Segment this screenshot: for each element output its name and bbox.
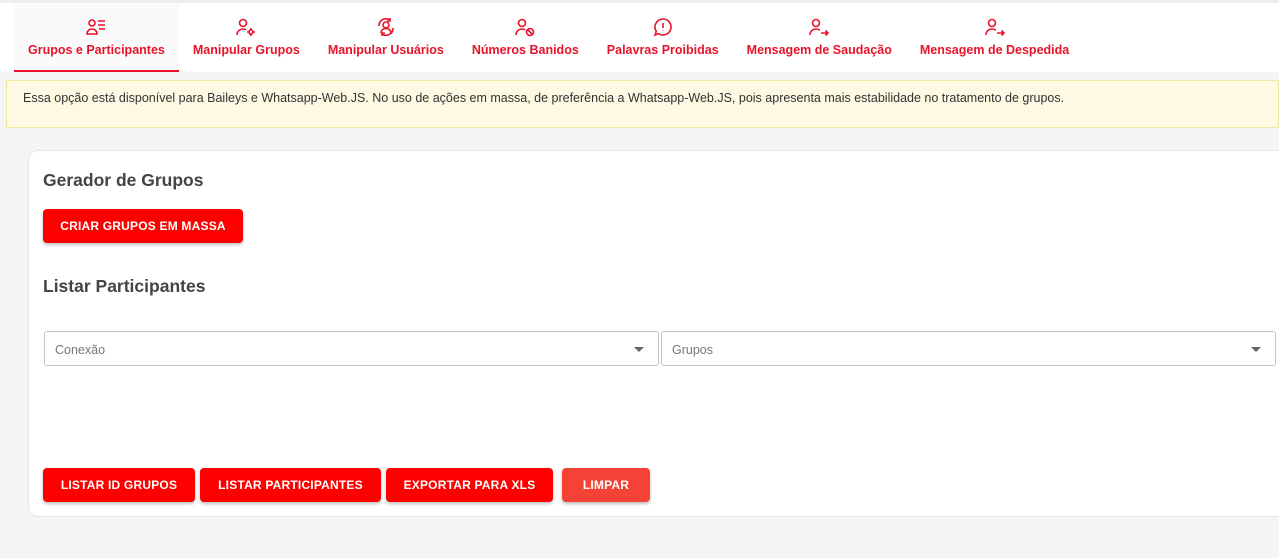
tab-mensagem-saudacao[interactable]: Mensagem de Saudação: [733, 3, 906, 72]
connection-select[interactable]: Conexão: [44, 331, 659, 366]
tab-label: Grupos e Participantes: [28, 43, 165, 57]
groups-placeholder: Grupos: [672, 343, 713, 357]
tab-label: Palavras Proibidas: [606, 43, 719, 57]
tab-mensagem-despedida[interactable]: Mensagem de Despedida: [906, 3, 1083, 72]
listar-title: Listar Participantes: [43, 276, 206, 296]
tab-label: Manipular Usuários: [327, 43, 444, 57]
connection-placeholder: Conexão: [55, 343, 106, 357]
user-sync-icon: [376, 17, 396, 37]
tab-label: Manipular Grupos: [192, 43, 300, 57]
chat-alert-icon: [653, 17, 673, 37]
tab-label: Mensagem de Despedida: [919, 43, 1070, 57]
tab-label: Números Banidos: [471, 43, 579, 57]
tab-numeros-banidos[interactable]: Números Banidos: [458, 3, 593, 72]
user-arrow-icon: [809, 17, 830, 37]
groups-card: Gerador de Grupos CRIAR GRUPOS EM MASSA …: [28, 150, 1279, 517]
create-groups-button[interactable]: CRIAR GRUPOS EM MASSA: [43, 209, 243, 243]
clear-button[interactable]: LIMPAR: [562, 468, 650, 502]
user-block-icon: [515, 17, 535, 37]
list-participants-button[interactable]: LISTAR PARTICIPANTES: [200, 468, 381, 502]
user-list-icon: [86, 17, 106, 37]
chevron-down-icon: [634, 347, 644, 352]
groups-select[interactable]: Grupos: [661, 331, 1276, 366]
tab-grupos-participantes[interactable]: Grupos e Participantes: [14, 3, 179, 72]
tab-manipular-usuarios[interactable]: Manipular Usuários: [314, 3, 458, 72]
tab-manipular-grupos[interactable]: Manipular Grupos: [179, 3, 314, 72]
list-group-ids-button[interactable]: LISTAR ID GRUPOS: [43, 468, 195, 502]
export-xls-button[interactable]: EXPORTAR PARA XLS: [386, 468, 553, 502]
user-gear-icon: [236, 17, 256, 37]
user-arrow-icon: [984, 17, 1005, 37]
tab-label: Mensagem de Saudação: [746, 43, 892, 57]
alert-text: Essa opção está disponível para Baileys …: [23, 91, 1065, 105]
gerador-title: Gerador de Grupos: [43, 170, 204, 190]
chevron-down-icon: [1251, 347, 1261, 352]
tab-bar: Grupos e Participantes Manipular Grupos …: [0, 0, 1279, 72]
tab-palavras-proibidas[interactable]: Palavras Proibidas: [593, 3, 733, 72]
info-alert: Essa opção está disponível para Baileys …: [6, 80, 1279, 128]
